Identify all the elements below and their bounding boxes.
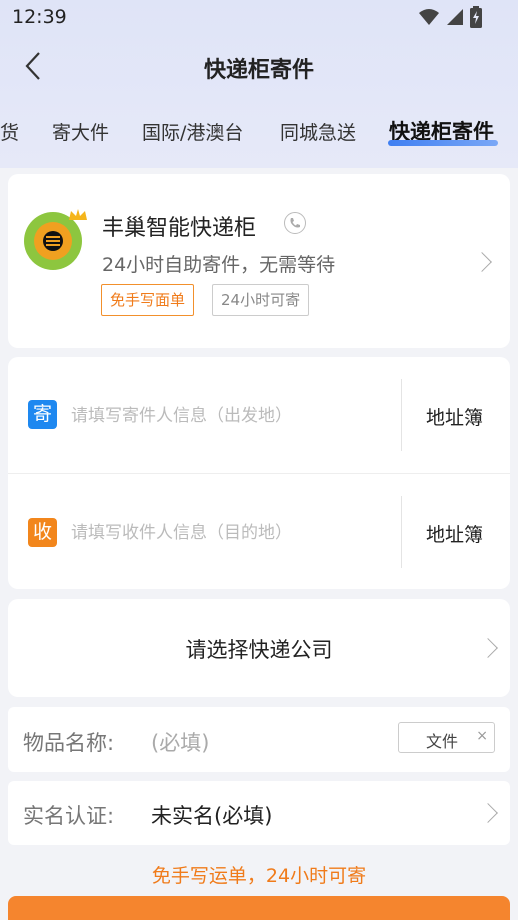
- promo-hint: 免手写运单，24小时可寄: [151, 865, 367, 887]
- badge-24h: 24小时可寄: [212, 284, 310, 316]
- receiver-tag: 收: [28, 518, 57, 547]
- sender-address-book-button[interactable]: 地址簿: [426, 403, 483, 430]
- divider: [401, 496, 402, 568]
- sender-row[interactable]: 寄 请填写寄件人信息（出发地） 地址簿: [8, 357, 510, 473]
- tab-goods[interactable]: 货: [0, 118, 19, 145]
- wifi-icon: [419, 9, 439, 25]
- item-tag-chip[interactable]: 文件 ×: [398, 722, 495, 753]
- courier-label: 请选择快递公司: [185, 638, 333, 662]
- battery-icon: [470, 6, 482, 28]
- divider: [401, 379, 402, 451]
- item-name-row[interactable]: 物品名称: (必填) 文件 ×: [8, 707, 510, 772]
- sender-placeholder[interactable]: 请填写寄件人信息（出发地）: [71, 401, 292, 426]
- chevron-right-icon: [478, 803, 498, 823]
- status-bar: 12:39: [0, 0, 518, 34]
- receiver-placeholder[interactable]: 请填写收件人信息（目的地）: [71, 518, 292, 543]
- store-description: 24小时自助寄件，无需等待: [102, 254, 336, 276]
- tab-bar: 货 寄大件 国际/港澳台 同城急送 快递柜寄件: [0, 114, 518, 154]
- crown-icon: [69, 209, 87, 220]
- status-icons: [418, 6, 482, 28]
- tab-same-city[interactable]: 同城急送: [280, 118, 356, 145]
- store-name: 丰巢智能快递柜: [102, 216, 257, 241]
- item-name-label: 物品名称:: [23, 731, 115, 755]
- real-name-row[interactable]: 实名认证: 未实名(必填): [8, 781, 510, 845]
- item-name-input[interactable]: (必填): [151, 727, 209, 757]
- real-name-label: 实名认证:: [23, 804, 115, 828]
- status-time: 12:39: [12, 6, 67, 28]
- signal-icon: [447, 9, 463, 25]
- sender-tag: 寄: [28, 400, 57, 429]
- page-title: 快递柜寄件: [203, 58, 314, 83]
- tab-international[interactable]: 国际/港澳台: [142, 118, 243, 145]
- chevron-right-icon: [472, 252, 492, 272]
- store-card[interactable]: 丰巢智能快递柜 24小时自助寄件，无需等待 免手写面单 24小时可寄: [8, 174, 510, 348]
- courier-select[interactable]: 请选择快递公司: [8, 599, 510, 697]
- badge-no-handwriting: 免手写面单: [101, 284, 195, 316]
- phone-icon[interactable]: [284, 212, 306, 234]
- active-tab-indicator: [388, 140, 498, 146]
- item-tag-label: 文件: [426, 732, 459, 751]
- receiver-address-book-button[interactable]: 地址簿: [426, 520, 483, 547]
- receiver-row[interactable]: 收 请填写收件人信息（目的地） 地址簿: [8, 473, 510, 589]
- real-name-value: 未实名(必填): [151, 804, 273, 828]
- close-icon[interactable]: ×: [476, 728, 488, 744]
- submit-button[interactable]: [8, 896, 510, 920]
- address-card: 寄 请填写寄件人信息（出发地） 地址簿 收 请填写收件人信息（目的地） 地址簿: [8, 357, 510, 589]
- tab-large-item[interactable]: 寄大件: [52, 118, 109, 145]
